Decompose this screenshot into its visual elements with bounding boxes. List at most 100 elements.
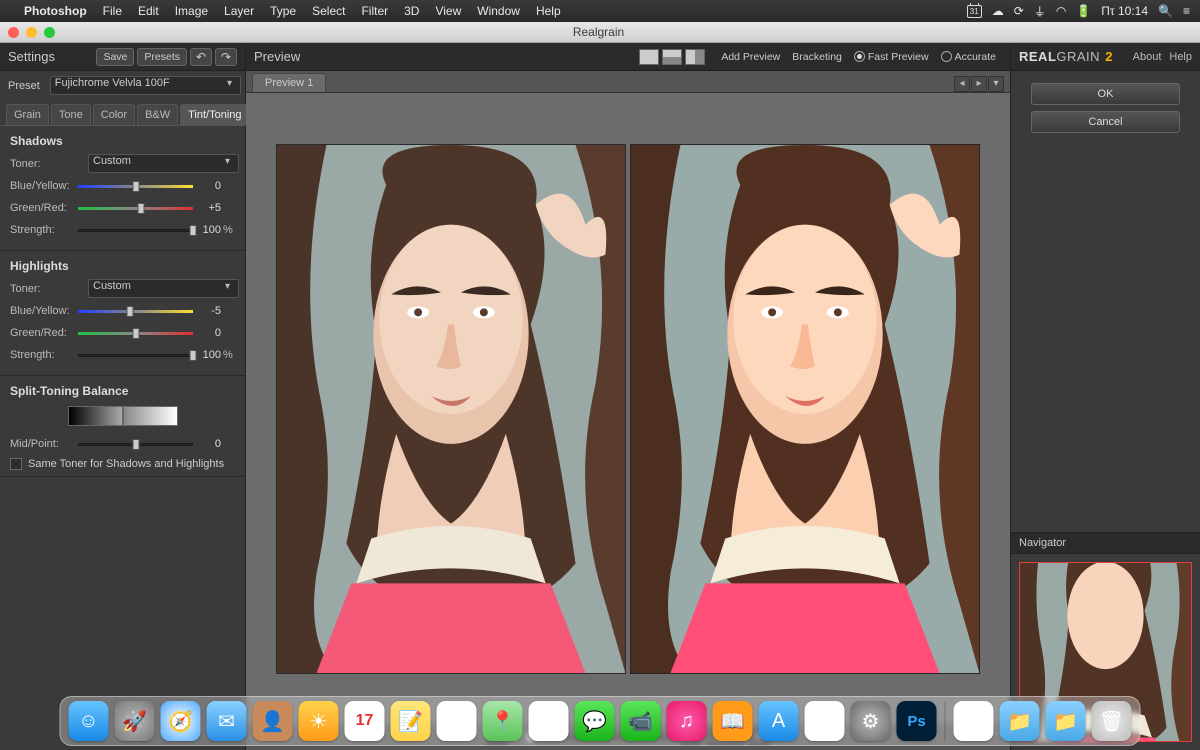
window-title: Realgrain	[55, 25, 1142, 39]
menu-filter[interactable]: Filter	[361, 4, 388, 18]
dock-folder2-icon[interactable]: 📁	[1046, 701, 1086, 741]
tab-tint-toning[interactable]: Tint/Toning	[180, 104, 249, 125]
dock-app1-icon[interactable]: ☀	[299, 701, 339, 741]
accurate-radio[interactable]: Accurate	[935, 51, 1002, 63]
view-vert-split-icon[interactable]	[685, 49, 705, 65]
undo-icon[interactable]: ↶	[190, 48, 212, 66]
window-minimize-button[interactable]	[26, 27, 37, 38]
dock-appstore-icon[interactable]: A	[759, 701, 799, 741]
wifi2-icon[interactable]: ◠	[1056, 4, 1066, 18]
wifi-icon[interactable]: ⏚	[1034, 3, 1046, 20]
menu-layer[interactable]: Layer	[224, 4, 254, 18]
dock-launchpad-icon[interactable]: 🚀	[115, 701, 155, 741]
highlights-strength-value: 100	[193, 349, 221, 361]
preview-tab-menu-icon[interactable]: ▾	[988, 76, 1004, 92]
dock-reminders-icon[interactable]: ☑	[437, 701, 477, 741]
midpoint-slider[interactable]	[78, 438, 193, 450]
about-link[interactable]: About	[1133, 51, 1162, 63]
menu-app-name[interactable]: Photoshop	[24, 4, 87, 18]
dock-settings-icon[interactable]: ⚙	[851, 701, 891, 741]
bracketing-button[interactable]: Bracketing	[786, 51, 848, 63]
dock-facetime-icon[interactable]: 📹	[621, 701, 661, 741]
midpoint-label: Mid/Point:	[10, 438, 78, 450]
save-button[interactable]: Save	[96, 48, 134, 66]
battery-icon[interactable]: 🔋	[1076, 4, 1091, 18]
settings-panel: Settings Save Presets ↶ ↷ Preset Fujichr…	[0, 43, 246, 750]
midpoint-value: 0	[193, 438, 221, 450]
highlights-by-slider[interactable]	[78, 305, 193, 317]
shadows-heading: Shadows	[10, 134, 235, 148]
preview-tab-1[interactable]: Preview 1	[252, 73, 326, 92]
spotlight-icon[interactable]: 🔍	[1158, 4, 1173, 18]
menu-view[interactable]: View	[435, 4, 461, 18]
cancel-button[interactable]: Cancel	[1031, 111, 1180, 133]
tab-bw[interactable]: B&W	[137, 104, 178, 125]
menu-edit[interactable]: Edit	[138, 4, 159, 18]
preview-title: Preview	[254, 49, 300, 64]
dock-messages-icon[interactable]: 💬	[575, 701, 615, 741]
view-horiz-split-icon[interactable]	[662, 49, 682, 65]
menubar-calendar-icon[interactable]: 31	[967, 5, 982, 18]
menu-3d[interactable]: 3D	[404, 4, 419, 18]
highlights-gr-slider[interactable]	[78, 327, 193, 339]
dock-trash-icon[interactable]: 🗑	[1092, 701, 1132, 741]
clock[interactable]: Πτ 10:14	[1101, 4, 1148, 18]
dock-downloads-icon[interactable]: ⬇	[954, 701, 994, 741]
shadows-strength-unit: %	[223, 224, 235, 236]
highlights-strength-slider[interactable]	[78, 349, 193, 361]
highlights-toner-dropdown[interactable]: Custom	[88, 279, 239, 298]
shadows-strength-value: 100	[193, 224, 221, 236]
tab-tone[interactable]: Tone	[51, 104, 91, 125]
view-single-icon[interactable]	[639, 49, 659, 65]
preset-dropdown[interactable]: Fujichrome Velvla 100F	[50, 76, 241, 95]
preview-tab-next-icon[interactable]: ▸	[971, 76, 987, 92]
preview-before[interactable]	[276, 144, 626, 674]
preview-tab-prev-icon[interactable]: ◂	[954, 76, 970, 92]
help-link[interactable]: Help	[1169, 51, 1192, 63]
dock-itunes-icon[interactable]: ♫	[667, 701, 707, 741]
split-heading: Split-Toning Balance	[10, 384, 235, 398]
menu-extras-icon[interactable]: ≡	[1183, 4, 1190, 18]
dock-finder-icon[interactable]: ☺	[69, 701, 109, 741]
dock: ☺🚀🧭✉👤☀17📝☑📍❀💬📹♫📖A🖼⚙Ps⬇📁📁🗑	[60, 696, 1141, 746]
tab-color[interactable]: Color	[93, 104, 135, 125]
preview-panel: Preview Add Preview Bracketing Fast Prev…	[246, 43, 1010, 750]
window-titlebar[interactable]: Realgrain	[0, 22, 1200, 43]
menu-file[interactable]: File	[103, 4, 122, 18]
fast-preview-radio[interactable]: Fast Preview	[848, 51, 935, 63]
highlights-gr-value: 0	[193, 327, 221, 339]
dock-safari-icon[interactable]: 🧭	[161, 701, 201, 741]
dock-mail-icon[interactable]: ✉	[207, 701, 247, 741]
sync-icon[interactable]: ⟳	[1014, 4, 1024, 18]
shadows-toner-dropdown[interactable]: Custom	[88, 154, 239, 173]
dock-notes-icon[interactable]: 📝	[391, 701, 431, 741]
dock-folder1-icon[interactable]: 📁	[1000, 701, 1040, 741]
menu-type[interactable]: Type	[270, 4, 296, 18]
presets-button[interactable]: Presets	[137, 48, 187, 66]
shadows-gr-slider[interactable]	[78, 202, 193, 214]
dock-photos-icon[interactable]: ❀	[529, 701, 569, 741]
window-zoom-button[interactable]	[44, 27, 55, 38]
preview-after[interactable]	[630, 144, 980, 674]
highlights-heading: Highlights	[10, 259, 235, 273]
menu-image[interactable]: Image	[175, 4, 208, 18]
cloud-icon[interactable]: ☁	[992, 4, 1004, 18]
same-toner-checkbox[interactable]	[10, 458, 22, 470]
redo-icon[interactable]: ↷	[215, 48, 237, 66]
dock-ibooks-icon[interactable]: 📖	[713, 701, 753, 741]
menu-select[interactable]: Select	[312, 4, 345, 18]
shadows-strength-slider[interactable]	[78, 224, 193, 236]
tab-grain[interactable]: Grain	[6, 104, 49, 125]
dock-maps-icon[interactable]: 📍	[483, 701, 523, 741]
ok-button[interactable]: OK	[1031, 83, 1180, 105]
add-preview-button[interactable]: Add Preview	[715, 51, 786, 63]
shadows-by-slider[interactable]	[78, 180, 193, 192]
dock-calendar-icon[interactable]: 17	[345, 701, 385, 741]
shadows-section: Shadows Toner: Custom Blue/Yellow: 0 Gre…	[0, 126, 245, 251]
menu-window[interactable]: Window	[477, 4, 520, 18]
window-close-button[interactable]	[8, 27, 19, 38]
dock-photoshop-icon[interactable]: Ps	[897, 701, 937, 741]
menu-help[interactable]: Help	[536, 4, 561, 18]
dock-contacts-icon[interactable]: 👤	[253, 701, 293, 741]
dock-preview-app-icon[interactable]: 🖼	[805, 701, 845, 741]
